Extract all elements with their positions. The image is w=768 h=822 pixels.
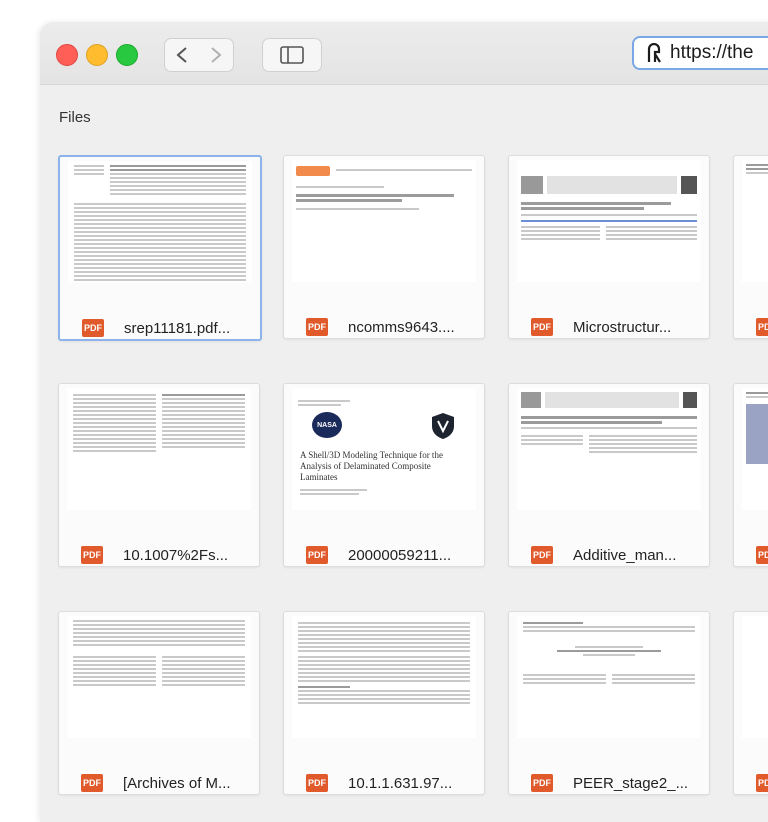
privacy-report-icon xyxy=(647,43,661,63)
file-thumbnail xyxy=(292,160,476,282)
file-thumbnail xyxy=(517,388,701,510)
pdf-icon: PDF xyxy=(306,546,328,564)
file-thumbnail xyxy=(68,161,252,283)
file-tile[interactable]: PDF Additive_man... xyxy=(508,383,710,567)
section-title: Files xyxy=(59,109,91,126)
file-thumbnail xyxy=(67,616,251,738)
file-tile[interactable]: PDF srep11181.pdf... xyxy=(58,155,262,341)
sidebar-icon xyxy=(280,46,304,64)
file-thumbnail xyxy=(517,160,701,282)
pdf-icon: PDF xyxy=(531,318,553,336)
file-tile[interactable]: PDF Microstructur... xyxy=(508,155,710,339)
chevron-left-icon xyxy=(176,47,187,63)
pdf-icon: PDF xyxy=(756,774,768,792)
file-name: 20000059211... xyxy=(348,546,452,564)
url-text: https://the xyxy=(670,42,754,63)
file-tile[interactable]: PDF xyxy=(733,611,768,795)
browser-window: https://the Files PDF srep11181.pdf... P… xyxy=(40,22,768,822)
back-button[interactable] xyxy=(164,38,200,72)
file-thumbnail xyxy=(292,616,476,738)
pdf-icon: PDF xyxy=(531,774,553,792)
file-name: srep11181.pdf... xyxy=(124,319,231,337)
chevron-right-icon xyxy=(211,47,222,63)
file-thumbnail xyxy=(67,388,251,510)
pdf-icon: PDF xyxy=(81,546,103,564)
address-bar[interactable]: https://the xyxy=(632,36,768,70)
file-thumbnail xyxy=(742,388,768,510)
file-tile[interactable]: PDF 10.1007%2Fs... xyxy=(58,383,260,567)
file-tile[interactable]: PDF xyxy=(733,383,768,567)
pdf-icon: PDF xyxy=(756,318,768,336)
file-thumbnail xyxy=(517,616,701,738)
pdf-icon: PDF xyxy=(306,318,328,336)
title-bar: https://the xyxy=(40,22,768,85)
close-window-button[interactable] xyxy=(56,44,78,66)
file-name: PEER_stage2_... xyxy=(573,774,689,792)
file-thumbnail: NASA A Shell/3D Modeling Technique for t… xyxy=(292,388,476,510)
forward-button[interactable] xyxy=(199,38,234,72)
file-name: Additive_man... xyxy=(573,546,677,564)
file-name: 10.1.1.631.97... xyxy=(348,774,453,792)
pdf-icon: PDF xyxy=(81,774,103,792)
minimize-window-button[interactable] xyxy=(86,44,108,66)
file-tile[interactable]: PDF xyxy=(733,155,768,339)
file-browser: Files PDF srep11181.pdf... PDF ncomms964… xyxy=(40,85,768,822)
toggle-sidebar-button[interactable] xyxy=(262,38,322,72)
file-tile[interactable]: PDF PEER_stage2_... xyxy=(508,611,710,795)
zoom-window-button[interactable] xyxy=(116,44,138,66)
file-name: Microstructur... xyxy=(573,318,672,336)
file-tile[interactable]: PDF [Archives of M... xyxy=(58,611,260,795)
file-name: [Archives of M... xyxy=(123,774,231,792)
file-thumbnail xyxy=(742,616,768,738)
file-thumbnail xyxy=(742,160,768,282)
file-tile[interactable]: PDF ncomms9643.... xyxy=(283,155,485,339)
file-tile[interactable]: PDF 10.1.1.631.97... xyxy=(283,611,485,795)
thumbnail-title: A Shell/3D Modeling Technique for the An… xyxy=(300,450,443,482)
pdf-icon: PDF xyxy=(756,546,768,564)
file-name: ncomms9643.... xyxy=(348,318,455,336)
shield-icon xyxy=(432,413,454,439)
file-name: 10.1007%2Fs... xyxy=(123,546,229,564)
pdf-icon: PDF xyxy=(306,774,328,792)
file-tile[interactable]: NASA A Shell/3D Modeling Technique for t… xyxy=(283,383,485,567)
nasa-logo-icon: NASA xyxy=(312,412,342,438)
pdf-icon: PDF xyxy=(82,319,104,337)
pdf-icon: PDF xyxy=(531,546,553,564)
